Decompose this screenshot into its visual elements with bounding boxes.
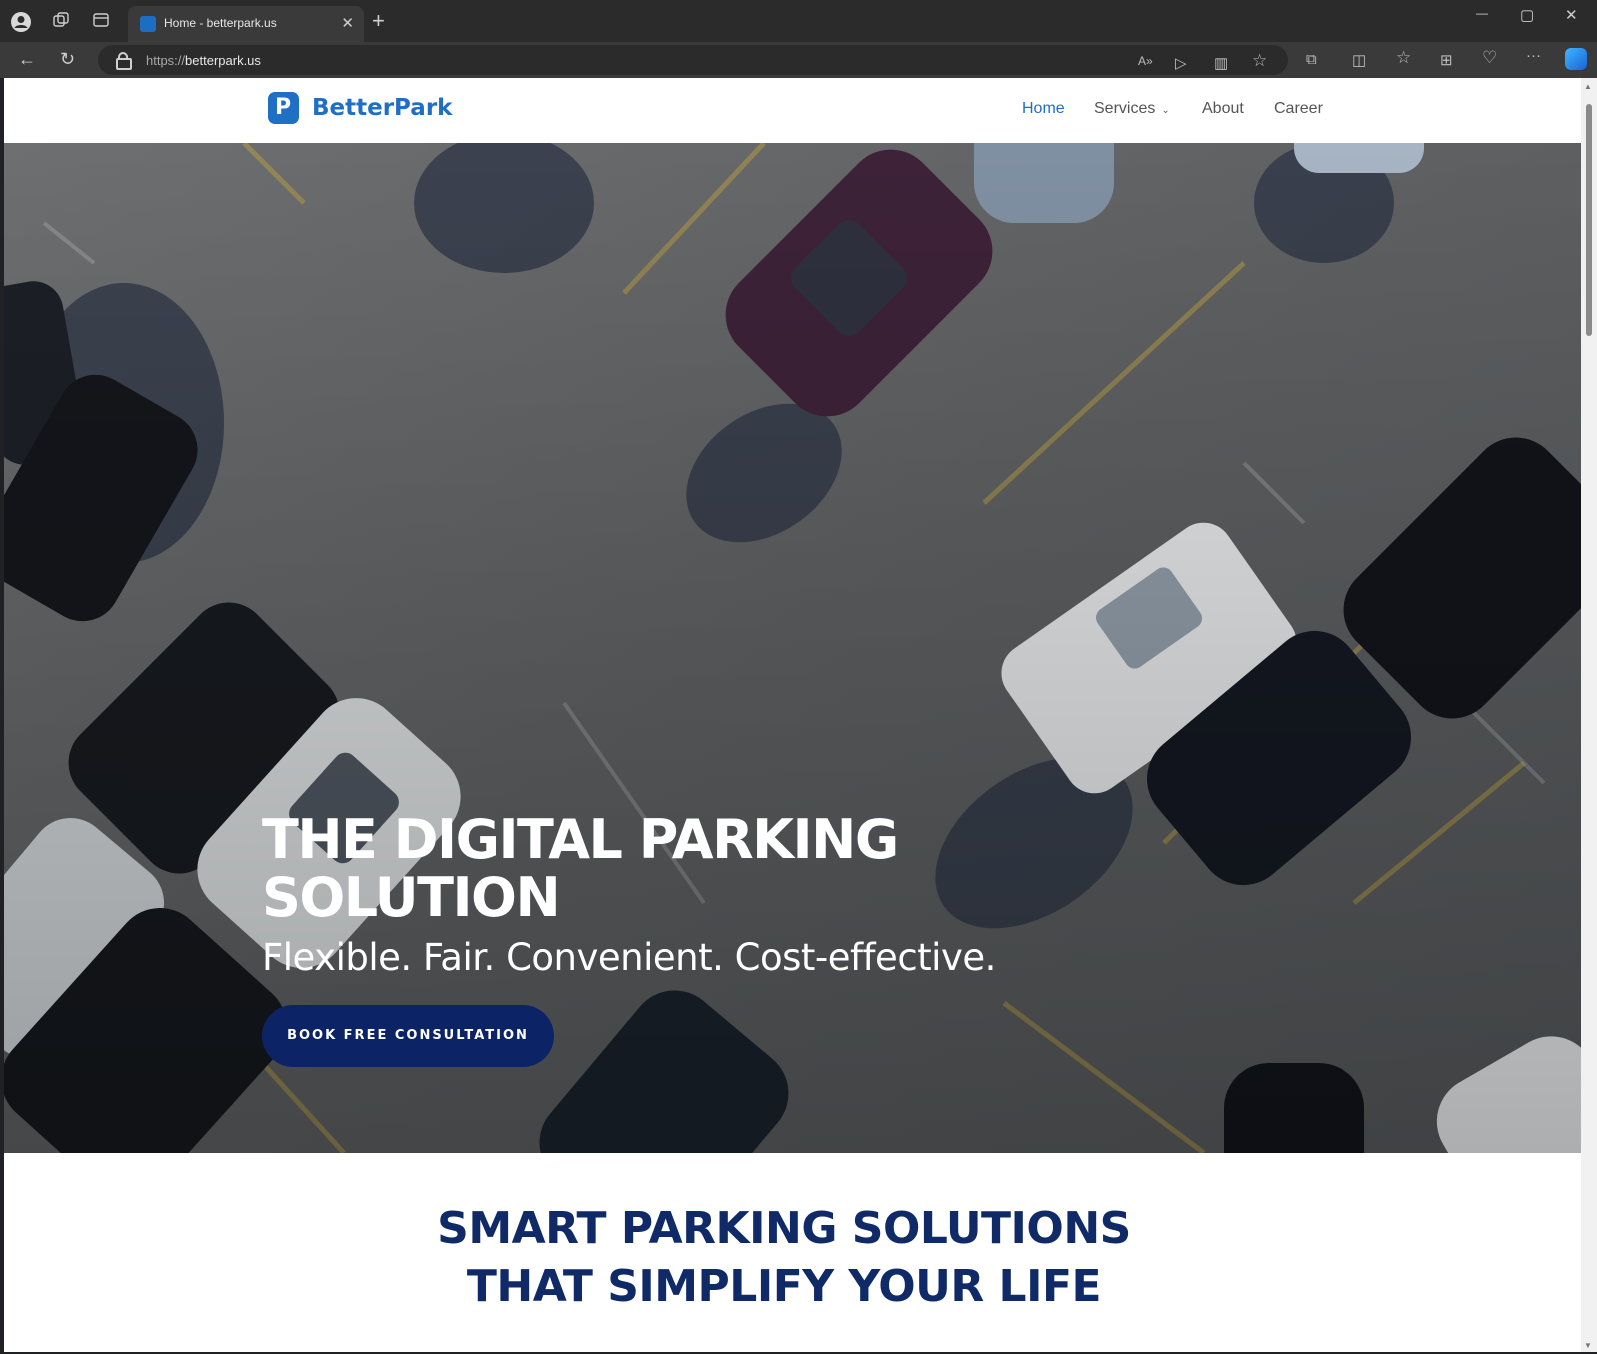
- nav-services-label: Services: [1094, 100, 1156, 117]
- address-bar[interactable]: https://betterpark.us A» ▷ ▥ ☆: [98, 45, 1288, 75]
- browser-titlebar: Home - betterpark.us ✕ + — ▢ ✕: [0, 0, 1597, 42]
- heart-pulse-icon[interactable]: ♡: [1482, 48, 1497, 68]
- puzzle-icon[interactable]: ⧉: [1306, 51, 1317, 68]
- section-heading: SMART PARKING SOLUTIONS THAT SIMPLIFY YO…: [4, 1200, 1564, 1316]
- tab-close-icon[interactable]: ✕: [341, 14, 354, 32]
- profile-icon[interactable]: [10, 11, 32, 33]
- tab-actions-icon[interactable]: [90, 11, 112, 33]
- new-tab-button[interactable]: +: [372, 10, 385, 32]
- nav-about[interactable]: About: [1202, 100, 1244, 118]
- scrollbar-thumb[interactable]: [1586, 104, 1592, 336]
- hero-section: THE DIGITAL PARKING SOLUTION Flexible. F…: [4, 143, 1581, 1153]
- favorites-icon[interactable]: ☆: [1396, 48, 1411, 68]
- copilot-icon[interactable]: [1565, 48, 1587, 70]
- hero-title: THE DIGITAL PARKING SOLUTION: [262, 811, 1162, 927]
- workspaces-icon[interactable]: [50, 11, 72, 33]
- maximize-button[interactable]: ▢: [1520, 6, 1534, 24]
- parking-lot-background-image: [4, 143, 1581, 1153]
- url-text[interactable]: https://betterpark.us: [146, 53, 261, 68]
- nav-home[interactable]: Home: [1022, 100, 1065, 118]
- page-scrollbar[interactable]: ▲ ▼: [1581, 78, 1597, 1352]
- nav-services[interactable]: Services ⌄: [1094, 100, 1170, 118]
- section-heading-line-2: THAT SIMPLIFY YOUR LIFE: [466, 1261, 1102, 1312]
- browser-tab-active[interactable]: Home - betterpark.us ✕: [128, 6, 364, 42]
- scroll-up-arrow-icon[interactable]: ▲: [1584, 82, 1592, 91]
- nav-career[interactable]: Career: [1274, 100, 1323, 118]
- hero-subtitle: Flexible. Fair. Convenient. Cost-effecti…: [262, 936, 996, 979]
- more-dots-icon[interactable]: ···: [1526, 47, 1541, 64]
- window-close-button[interactable]: ✕: [1565, 6, 1578, 24]
- split-screen-icon[interactable]: ◫: [1352, 51, 1366, 69]
- section-heading-line-1: SMART PARKING SOLUTIONS: [437, 1203, 1131, 1254]
- collections-icon[interactable]: ⊞: [1440, 51, 1453, 69]
- site-header: P BetterPark Home Services ⌄ About Career: [4, 78, 1581, 143]
- back-arrow-icon[interactable]: ←: [18, 48, 36, 70]
- hero-title-line-1: THE DIGITAL PARKING: [262, 808, 899, 871]
- read-aloud-icon[interactable]: A»: [1138, 54, 1153, 68]
- site-favicon-icon: [140, 16, 156, 32]
- scroll-down-arrow-icon[interactable]: ▼: [1584, 1341, 1592, 1350]
- book-consultation-button[interactable]: BOOK FREE CONSULTATION: [262, 1005, 554, 1067]
- chevron-down-icon: ⌄: [1161, 105, 1170, 116]
- immersive-reader-icon[interactable]: ▷: [1175, 54, 1187, 72]
- logo-text: BetterPark: [312, 95, 453, 121]
- page-viewport: P BetterPark Home Services ⌄ About Career: [4, 78, 1581, 1352]
- logo-p-icon: P: [268, 92, 299, 124]
- minimize-button[interactable]: —: [1476, 6, 1488, 20]
- lock-icon[interactable]: [116, 52, 132, 70]
- favorite-star-icon[interactable]: ☆: [1252, 51, 1267, 71]
- tab-title: Home - betterpark.us: [164, 16, 277, 30]
- hero-title-line-2: SOLUTION: [262, 866, 561, 929]
- refresh-icon[interactable]: ↻: [60, 48, 75, 70]
- browser-toolbar: ← ↻ https://betterpark.us A» ▷ ▥ ☆ ⧉ ◫ ☆…: [0, 42, 1597, 78]
- reading-view-icon[interactable]: ▥: [1214, 54, 1228, 72]
